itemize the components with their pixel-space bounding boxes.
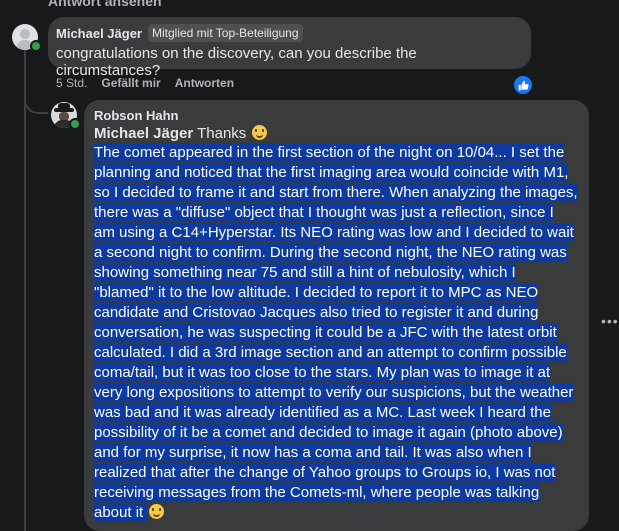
highlighted-text: realized that after the change of Yahoo … — [94, 463, 556, 482]
reply-body: The comet appeared in the first section … — [94, 143, 582, 523]
thread-line — [24, 50, 26, 531]
reply-author[interactable]: Robson Hahn — [94, 108, 581, 123]
reply-line: showing something near 75 and still a hi… — [94, 263, 582, 283]
highlighted-text: possibility of it be a comet and decided… — [94, 423, 563, 442]
highlighted-text: showing something near 75 and still a hi… — [94, 263, 516, 282]
online-status-dot — [30, 40, 42, 52]
reply-line: possibility of it be a comet and decided… — [94, 423, 582, 443]
highlighted-text: and for my surprise, it now has a coma a… — [94, 443, 532, 462]
reply-line: candidate and Cristovao Jacques also tri… — [94, 303, 582, 323]
reply-line: realized that after the change of Yahoo … — [94, 463, 582, 483]
reply-line: "blamed" it to the low altitude. I decid… — [94, 283, 582, 303]
more-options-icon[interactable]: ••• — [601, 313, 619, 329]
reply-line: there was a "diffuse" object that I thou… — [94, 203, 582, 223]
highlighted-text: there was a "diffuse" object that I thou… — [94, 203, 554, 222]
highlighted-text: planning and noticed that the first imag… — [94, 163, 569, 182]
highlighted-text: about it — [94, 503, 148, 522]
reply-greeting: Michael Jäger Thanks — [94, 124, 581, 143]
reply-line: a second night to confirm. During the se… — [94, 243, 582, 263]
highlighted-text: receiving messages from the Comets-ml, w… — [94, 483, 540, 502]
thumbs-up-icon[interactable] — [512, 74, 534, 96]
reply-line: calculated. I did a 3rd image section an… — [94, 343, 582, 363]
comment-actions: 5 Std. Gefällt mir Antworten — [56, 76, 234, 90]
highlighted-text: calculated. I did a 3rd image section an… — [94, 343, 567, 362]
highlighted-text: candidate and Cristovao Jacques also tri… — [94, 303, 539, 322]
reply-line: The comet appeared in the first section … — [94, 143, 582, 163]
highlighted-text: "blamed" it to the low altitude. I decid… — [94, 283, 539, 302]
reply-button[interactable]: Antworten — [175, 76, 234, 90]
highlighted-text: am using a C14+Hyperstar. Its NEO rating… — [94, 223, 574, 242]
highlighted-text: so I decided to frame it and start from … — [94, 183, 578, 202]
comment-bubble: Michael Jäger Mitglied mit Top-Beteiligu… — [48, 17, 531, 79]
highlighted-text: very long expositions to attempt to veri… — [94, 383, 574, 402]
highlighted-text: The comet appeared in the first section … — [94, 143, 565, 162]
reply-line: coma/tail, but it was too close to the s… — [94, 363, 582, 383]
member-badge[interactable]: Mitglied mit Top-Beteiligung — [148, 24, 303, 42]
highlighted-text: coma/tail, but it was too close to the s… — [94, 363, 551, 382]
comment-text: congratulations on the discovery, can yo… — [56, 45, 417, 79]
mention-link[interactable]: Michael Jäger — [94, 125, 193, 142]
reply-line: receiving messages from the Comets-ml, w… — [94, 483, 582, 503]
greeting-text: Thanks — [193, 125, 251, 142]
highlighted-text: was bad and it was already identified as… — [94, 403, 551, 422]
reply-line: so I decided to frame it and start from … — [94, 183, 582, 203]
reply-line: very long expositions to attempt to veri… — [94, 383, 582, 403]
reply-line: and for my surprise, it now has a coma a… — [94, 443, 582, 463]
comment-author[interactable]: Michael Jäger — [56, 26, 142, 41]
reply-line: conversation, he was suspecting it could… — [94, 323, 582, 343]
smiley-emoji-icon — [149, 504, 165, 519]
like-button[interactable]: Gefällt mir — [101, 76, 160, 90]
reply-line: planning and noticed that the first imag… — [94, 163, 582, 183]
view-reply-link[interactable]: Antwort ansehen — [48, 0, 162, 9]
reply-line: was bad and it was already identified as… — [94, 403, 582, 423]
highlighted-text: conversation, he was suspecting it could… — [94, 323, 557, 342]
comment-timestamp[interactable]: 5 Std. — [56, 76, 87, 90]
reply-line: about it — [94, 503, 582, 523]
reply-bubble: Robson Hahn Michael Jäger Thanks The com… — [84, 100, 589, 531]
smiley-emoji-icon — [252, 125, 268, 140]
highlighted-text: a second night to confirm. During the se… — [94, 243, 567, 262]
online-status-dot — [69, 118, 81, 130]
reply-line: am using a C14+Hyperstar. Its NEO rating… — [94, 223, 582, 243]
thread-branch — [24, 96, 48, 114]
